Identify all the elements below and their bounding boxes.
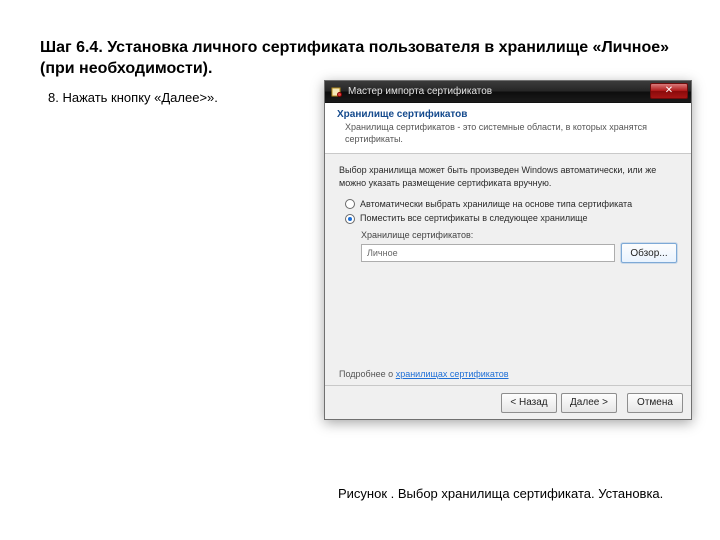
store-label: Хранилище сертификатов: (361, 230, 677, 240)
radio-off-icon (345, 199, 355, 209)
titlebar: Мастер импорта сертификатов ✕ (325, 81, 691, 103)
radio-auto-label: Автоматически выбрать хранилище на основ… (360, 199, 632, 210)
wizard-footer: < Назад Далее > Отмена (325, 385, 691, 419)
step-title: Хранилище сертификатов (337, 109, 679, 120)
browse-button[interactable]: Обзор... (621, 243, 677, 263)
step-description: Хранилища сертификатов - это системные о… (337, 122, 679, 145)
cert-import-wizard-window: Мастер импорта сертификатов ✕ Хранилище … (324, 80, 692, 420)
next-button[interactable]: Далее > (561, 393, 617, 413)
radio-place-all[interactable]: Поместить все сертификаты в следующее хр… (345, 213, 677, 224)
figure-caption: Рисунок . Выбор хранилища сертификата. У… (338, 486, 663, 501)
store-row: Личное Обзор... (361, 243, 677, 263)
step-banner: Хранилище сертификатов Хранилища сертифи… (325, 103, 691, 154)
more-link[interactable]: хранилищах сертификатов (396, 369, 509, 379)
radio-auto-select[interactable]: Автоматически выбрать хранилище на основ… (345, 199, 677, 210)
close-icon: ✕ (665, 86, 673, 96)
radio-place-label: Поместить все сертификаты в следующее хр… (360, 213, 588, 224)
page-heading: Шаг 6.4. Установка личного сертификата п… (40, 38, 680, 80)
content-intro: Выбор хранилища может быть произведен Wi… (339, 164, 677, 188)
certificate-icon (331, 86, 343, 98)
close-button[interactable]: ✕ (650, 83, 688, 99)
radio-on-icon (345, 214, 355, 224)
more-info: Подробнее о хранилищах сертификатов (339, 369, 509, 379)
cancel-button[interactable]: Отмена (627, 393, 683, 413)
wizard-content: Выбор хранилища может быть произведен Wi… (325, 154, 691, 385)
window-title: Мастер импорта сертификатов (348, 86, 492, 97)
more-prefix: Подробнее о (339, 369, 396, 379)
wizard-body: Хранилище сертификатов Хранилища сертифи… (325, 103, 691, 419)
certificate-store-input[interactable]: Личное (361, 244, 615, 262)
instruction-text: 8. Нажать кнопку «Далее>». (48, 90, 218, 105)
back-button[interactable]: < Назад (501, 393, 557, 413)
